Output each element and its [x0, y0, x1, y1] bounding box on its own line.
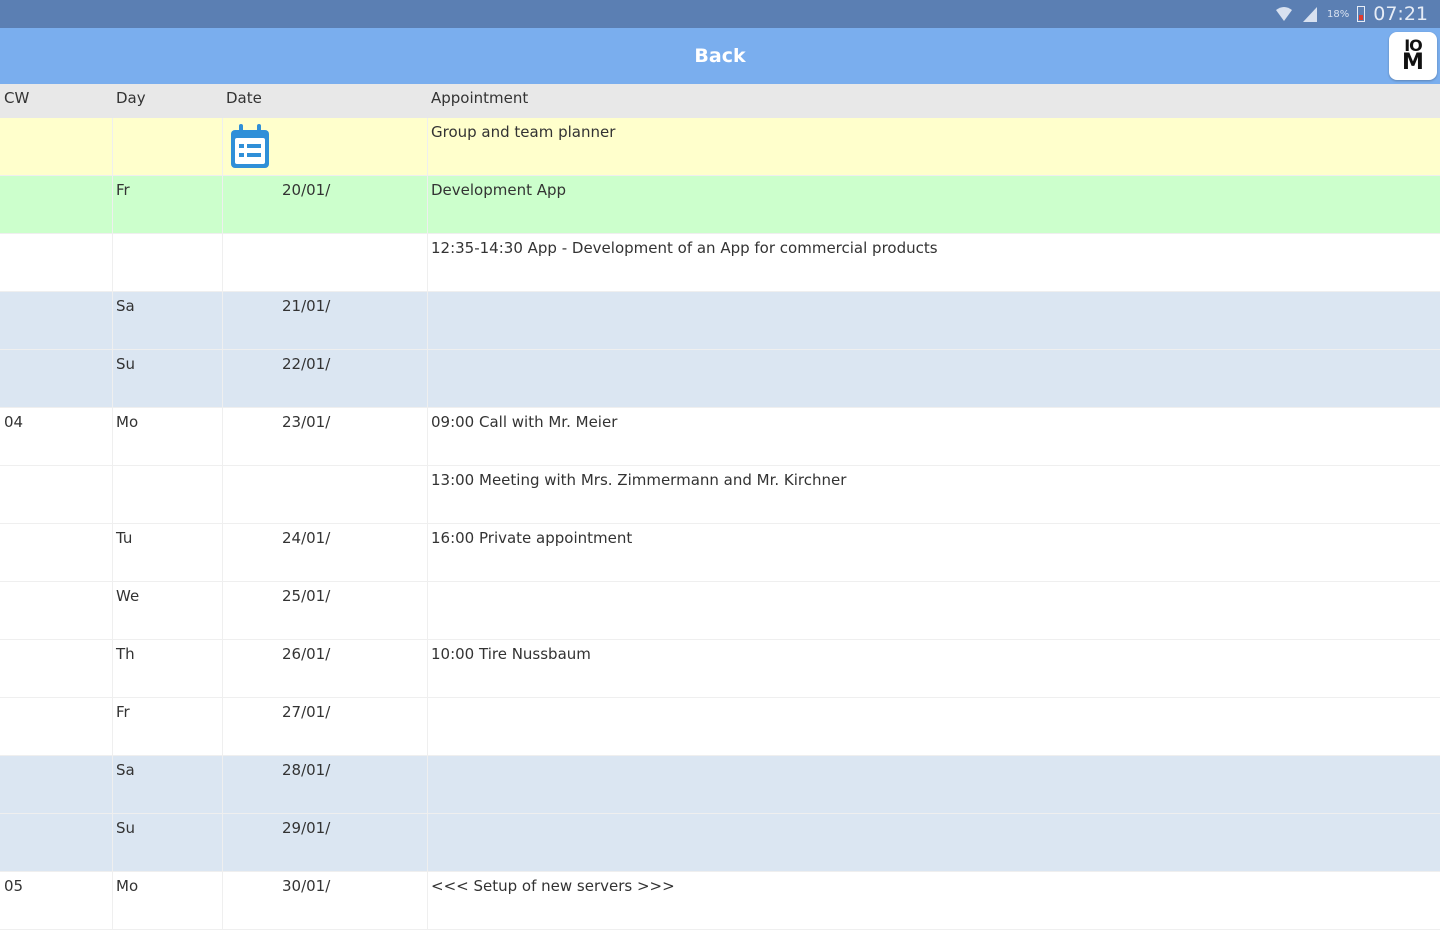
- table-row[interactable]: 04 Mo 23/01/09:00 Call with Mr. Meier: [0, 408, 1440, 466]
- table-row[interactable]: Su 22/01/: [0, 350, 1440, 408]
- cell-date: 22/01/: [222, 350, 427, 407]
- cell-date: 27/01/: [222, 698, 427, 755]
- table-row[interactable]: Th 26/01/10:00 Tire Nussbaum: [0, 640, 1440, 698]
- battery-icon: [1357, 6, 1366, 22]
- table-row[interactable]: 05 Mo 30/01/<<< Setup of new servers >>>: [0, 872, 1440, 930]
- status-bar: 18% 07:21: [0, 0, 1440, 28]
- wifi-icon: [1276, 7, 1292, 21]
- cell-date: 28/01/: [222, 756, 427, 813]
- cell-day: Mo: [112, 408, 222, 465]
- logo-text-bottom: M: [1402, 50, 1424, 75]
- table-header: CW Day Date Appointment: [0, 84, 1440, 118]
- cell-appointment[interactable]: [427, 756, 1440, 813]
- signal-icon: [1303, 7, 1317, 22]
- table-row[interactable]: Su 29/01/: [0, 814, 1440, 872]
- cell-cw: [0, 118, 112, 175]
- cell-date: 20/01/: [222, 176, 427, 233]
- cell-cw: [0, 466, 112, 523]
- header-date: Date: [226, 89, 262, 107]
- back-button[interactable]: Back: [620, 40, 820, 72]
- cell-appointment[interactable]: 12:35-14:30 App - Development of an App …: [427, 234, 1440, 291]
- table-row[interactable]: 13:00 Meeting with Mrs. Zimmermann and M…: [0, 466, 1440, 524]
- cell-appointment[interactable]: <<< Setup of new servers >>>: [427, 872, 1440, 929]
- app-logo[interactable]: IO M: [1389, 32, 1437, 80]
- table-row[interactable]: We 25/01/: [0, 582, 1440, 640]
- cell-day: Tu: [112, 524, 222, 581]
- cell-cw: [0, 524, 112, 581]
- header-day: Day: [116, 89, 146, 107]
- calendar-icon[interactable]: [229, 122, 271, 170]
- cell-cw: [0, 176, 112, 233]
- cell-day: [112, 118, 222, 175]
- table-row[interactable]: Sa 21/01/: [0, 292, 1440, 350]
- status-icons: 18% 07:21: [1275, 3, 1428, 25]
- cell-appointment[interactable]: [427, 698, 1440, 755]
- cell-cw: 05: [4, 877, 24, 895]
- cell-day: [112, 466, 222, 523]
- header-cw: CW: [4, 89, 30, 107]
- cell-date: 30/01/: [222, 872, 427, 929]
- cell-day: Fr: [112, 176, 222, 233]
- cell-cw: [0, 640, 112, 697]
- cell-appointment[interactable]: 13:00 Meeting with Mrs. Zimmermann and M…: [427, 466, 1440, 523]
- cell-appointment[interactable]: Development App: [427, 176, 1440, 233]
- cell-day: Th: [112, 640, 222, 697]
- cell-cw: 04: [4, 413, 24, 431]
- cell-date: [222, 234, 427, 291]
- battery-percentage: 18%: [1327, 8, 1350, 20]
- cell-day: Su: [112, 814, 222, 871]
- cell-day: [112, 234, 222, 291]
- cell-appointment[interactable]: 10:00 Tire Nussbaum: [427, 640, 1440, 697]
- cell-cw: [0, 292, 112, 349]
- appointment-table: Group and team planner Fr 20/01/Developmen…: [0, 118, 1440, 930]
- cell-appointment[interactable]: 09:00 Call with Mr. Meier: [427, 408, 1440, 465]
- app-bar: Back IO M: [0, 28, 1440, 84]
- cell-date: [222, 466, 427, 523]
- cell-date: [222, 118, 427, 175]
- cell-day: Mo: [112, 872, 222, 929]
- cell-day: Fr: [112, 698, 222, 755]
- cell-appointment[interactable]: [427, 350, 1440, 407]
- cell-appointment[interactable]: Group and team planner: [427, 118, 1440, 175]
- cell-date: 29/01/: [222, 814, 427, 871]
- cell-day: We: [112, 582, 222, 639]
- cell-day: Sa: [112, 756, 222, 813]
- table-row[interactable]: 12:35-14:30 App - Development of an App …: [0, 234, 1440, 292]
- header-appointment: Appointment: [431, 89, 529, 107]
- cell-date: 25/01/: [222, 582, 427, 639]
- cell-cw: [0, 698, 112, 755]
- cell-day: Su: [112, 350, 222, 407]
- cell-cw: [0, 234, 112, 291]
- cell-cw: [0, 756, 112, 813]
- table-row[interactable]: Fr 20/01/Development App: [0, 176, 1440, 234]
- cell-appointment[interactable]: [427, 582, 1440, 639]
- cell-cw: [0, 582, 112, 639]
- cell-cw: [0, 814, 112, 871]
- cell-appointment[interactable]: 16:00 Private appointment: [427, 524, 1440, 581]
- cell-day: Sa: [112, 292, 222, 349]
- cell-cw: [0, 350, 112, 407]
- table-row[interactable]: Group and team planner: [0, 118, 1440, 176]
- table-row[interactable]: Tu 24/01/16:00 Private appointment: [0, 524, 1440, 582]
- clock: 07:21: [1373, 3, 1428, 25]
- table-row[interactable]: Sa 28/01/: [0, 756, 1440, 814]
- table-row[interactable]: Fr 27/01/: [0, 698, 1440, 756]
- cell-date: 23/01/: [222, 408, 427, 465]
- cell-appointment[interactable]: [427, 292, 1440, 349]
- cell-date: 21/01/: [222, 292, 427, 349]
- cell-appointment[interactable]: [427, 814, 1440, 871]
- cell-date: 26/01/: [222, 640, 427, 697]
- cell-date: 24/01/: [222, 524, 427, 581]
